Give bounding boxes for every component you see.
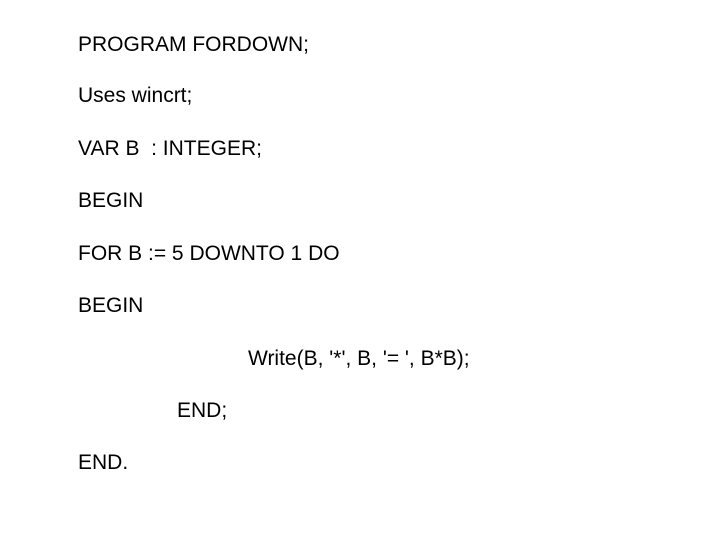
code-line-8: END; bbox=[177, 399, 227, 423]
code-line-1: PROGRAM FORDOWN; bbox=[78, 33, 309, 57]
code-line-6: BEGIN bbox=[78, 294, 143, 318]
code-line-3: VAR B : INTEGER; bbox=[78, 137, 262, 161]
code-line-9: END. bbox=[78, 451, 128, 475]
code-line-5: FOR B := 5 DOWNTO 1 DO bbox=[78, 242, 340, 266]
code-line-2: Uses wincrt; bbox=[78, 84, 192, 108]
code-line-4: BEGIN bbox=[78, 189, 143, 213]
code-line-7: Write(B, '*', B, '= ', B*B); bbox=[248, 347, 470, 371]
